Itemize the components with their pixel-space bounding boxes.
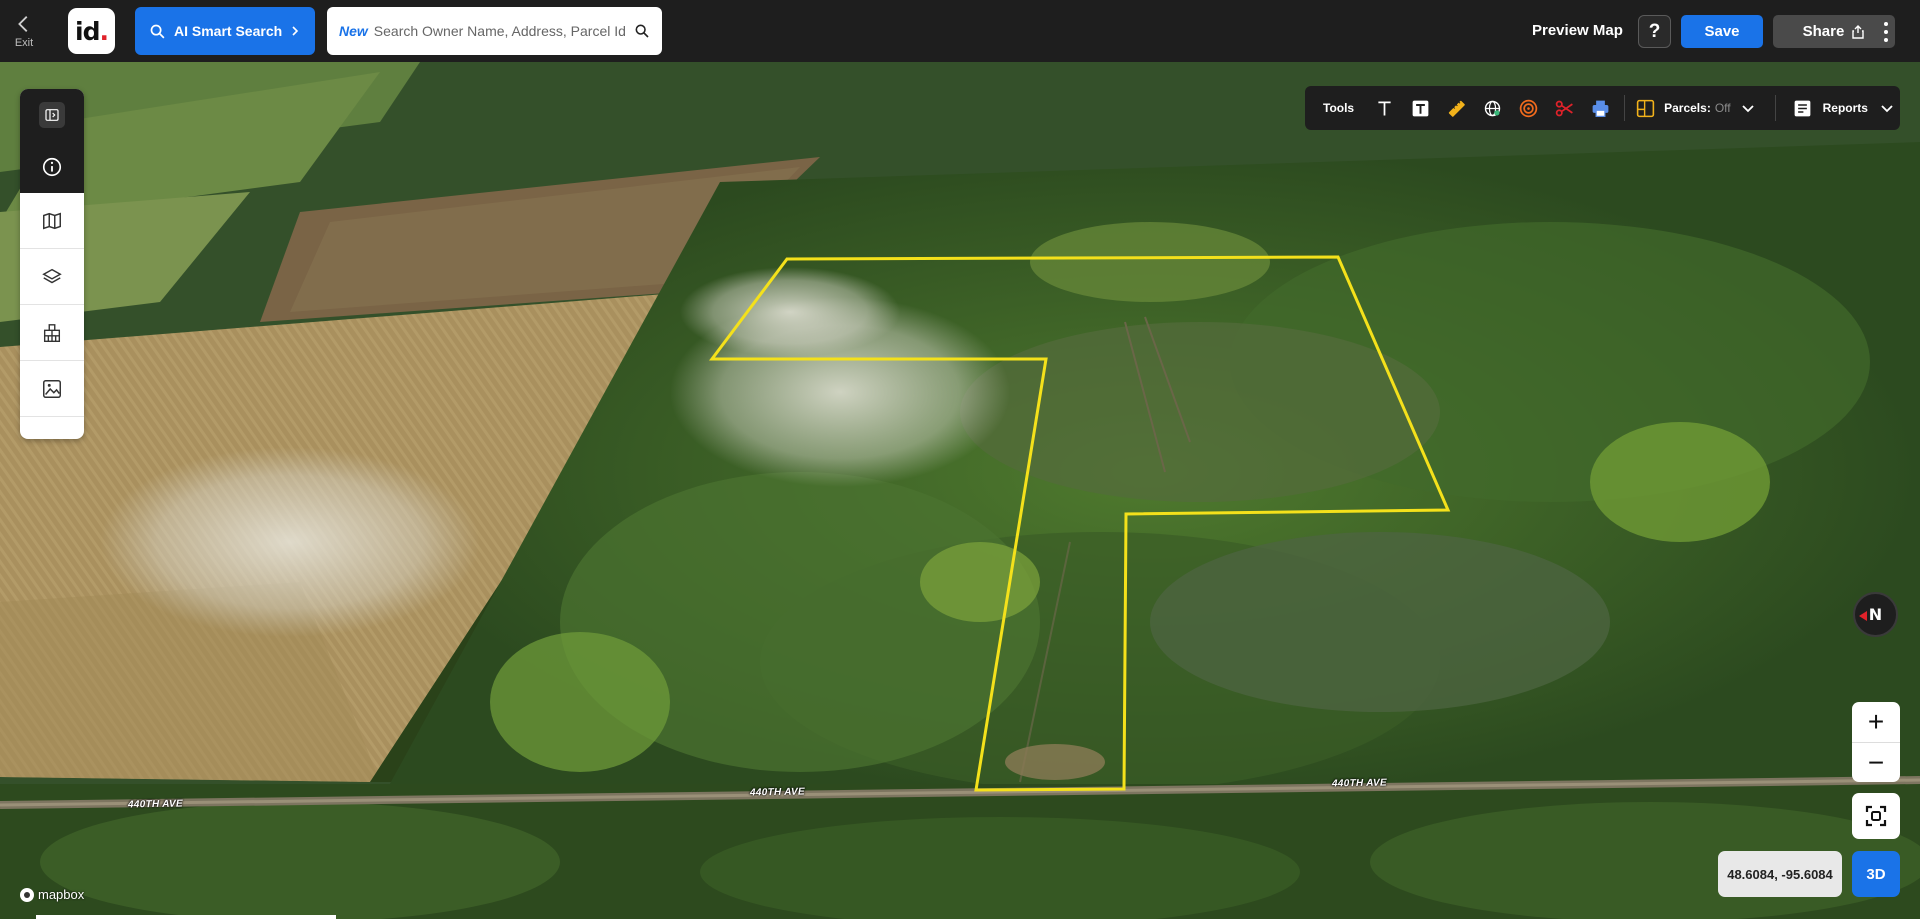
- globe-measure-icon: [1484, 100, 1500, 116]
- text-tool-button[interactable]: [1366, 90, 1402, 126]
- print-icon: [1592, 100, 1608, 117]
- compass-needle: [1859, 611, 1867, 621]
- mapbox-label: mapbox: [38, 887, 85, 902]
- radius-tool-button[interactable]: [1510, 90, 1546, 126]
- map-canvas[interactable]: 440TH AVE 440TH AVE 440TH AVE: [0, 62, 1920, 919]
- search-new-tag: New: [339, 23, 368, 39]
- buildings-icon: [43, 323, 61, 342]
- sidebar-item-buildings[interactable]: [20, 305, 84, 361]
- logo-text: id: [75, 16, 100, 46]
- share-label: Share: [1802, 23, 1845, 40]
- scissors-icon: [1555, 100, 1573, 116]
- left-sidebar: [20, 89, 84, 439]
- road-label: 440TH AVE: [127, 798, 184, 811]
- chevron-left-icon: [18, 16, 28, 32]
- map-icon: [43, 212, 61, 229]
- search-input[interactable]: [373, 23, 634, 39]
- ai-smart-search-label: AI Smart Search: [174, 23, 283, 39]
- text-box-tool-button[interactable]: [1402, 90, 1438, 126]
- zoom-control: + −: [1852, 702, 1900, 782]
- sidebar-toggle-button[interactable]: [20, 89, 84, 141]
- sidebar-item-map[interactable]: [20, 193, 84, 249]
- image-icon: [43, 379, 61, 398]
- split-tool-button[interactable]: [1546, 90, 1582, 126]
- exit-button[interactable]: Exit: [0, 0, 48, 62]
- text-box-icon: [1412, 100, 1428, 116]
- parcels-icon: [1636, 99, 1655, 117]
- chevron-down-icon: [1741, 105, 1754, 113]
- road-label: 440TH AVE: [749, 786, 806, 799]
- zoom-in-button[interactable]: +: [1852, 702, 1900, 742]
- exit-label: Exit: [14, 37, 34, 49]
- radius-icon: [1519, 99, 1537, 117]
- layers-icon: [42, 268, 62, 283]
- compass-label: N: [1868, 605, 1883, 624]
- mapbox-logo-icon: [20, 887, 34, 902]
- help-button[interactable]: ?: [1638, 15, 1671, 48]
- coordinates-readout: 48.6084, -95.6084: [1718, 851, 1842, 897]
- fit-bounds-button[interactable]: [1852, 793, 1900, 839]
- top-bar: Exit id. AI Smart Search New Preview Map…: [0, 0, 1920, 62]
- logo-dot: .: [99, 16, 108, 46]
- mapbox-attribution[interactable]: mapbox: [20, 887, 84, 902]
- road-label: 440TH AVE: [1331, 777, 1388, 790]
- zoom-out-button[interactable]: −: [1852, 742, 1900, 782]
- reports-icon: [1794, 100, 1810, 116]
- search-icon: [150, 24, 165, 38]
- text-icon: [1377, 101, 1391, 115]
- compass-button[interactable]: N: [1853, 592, 1898, 637]
- tools-bar: Tools Parcels: Off Reports: [1305, 86, 1900, 130]
- parcels-state: Off: [1714, 101, 1731, 115]
- parcels-toggle[interactable]: Parcels: Off: [1631, 98, 1759, 119]
- sidebar-item-info[interactable]: [20, 141, 84, 193]
- info-icon: [42, 157, 62, 177]
- search-bar: New: [327, 7, 662, 55]
- reports-dropdown[interactable]: Reports: [1782, 98, 1894, 119]
- focus-frame-icon: [1865, 805, 1887, 827]
- app-logo[interactable]: id.: [68, 8, 115, 54]
- sidebar-item-layers[interactable]: [20, 249, 84, 305]
- tools-label: Tools: [1323, 101, 1355, 115]
- 3d-toggle-button[interactable]: 3D: [1852, 851, 1900, 897]
- share-icon: [1852, 24, 1865, 39]
- more-menu-icon[interactable]: [1876, 17, 1896, 47]
- save-button[interactable]: Save: [1681, 15, 1763, 48]
- parcels-label: Parcels:: [1664, 101, 1711, 115]
- chevron-down-icon: [1881, 105, 1893, 113]
- panel-toggle-icon: [45, 109, 59, 121]
- chevron-right-icon: [292, 26, 299, 36]
- print-tool-button[interactable]: [1582, 90, 1618, 126]
- ruler-icon: [1448, 100, 1465, 117]
- sidebar-item-imagery[interactable]: [20, 361, 84, 417]
- search-icon[interactable]: [634, 23, 650, 39]
- scale-bar: [36, 915, 336, 919]
- preview-map-button[interactable]: Preview Map: [1532, 22, 1623, 39]
- area-tool-button[interactable]: [1474, 90, 1510, 126]
- reports-label: Reports: [1822, 101, 1868, 115]
- measure-tool-button[interactable]: [1438, 90, 1474, 126]
- ai-smart-search-button[interactable]: AI Smart Search: [135, 7, 315, 55]
- satellite-terrain: [0, 62, 1920, 919]
